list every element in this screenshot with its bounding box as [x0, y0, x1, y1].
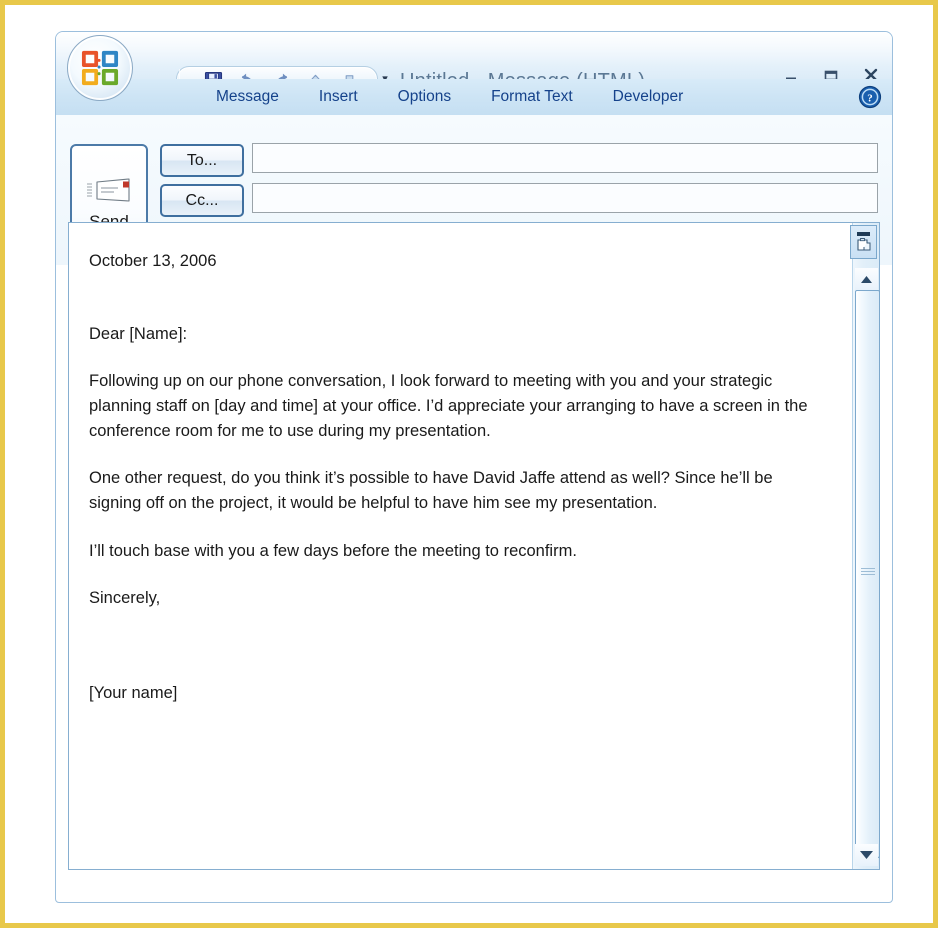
cc-button-label: Cc... [185, 191, 219, 209]
help-icon: ? [858, 85, 882, 109]
body-paragraph-2: One other request, do you think it’s pos… [89, 469, 773, 513]
ribbon-tabs: Message Insert Options Format Text Devel… [196, 79, 703, 115]
to-button[interactable]: To... [160, 144, 244, 177]
cc-input[interactable] [252, 183, 878, 213]
body-paragraph-3: I’ll touch base with you a few days befo… [89, 541, 577, 560]
title-bar: ▾ Untitled - Message (HTML) [56, 32, 892, 101]
arrow-up-icon [861, 275, 872, 283]
to-input[interactable] [252, 143, 878, 173]
paste-options-button[interactable] [850, 225, 877, 259]
scrollbar-thumb[interactable] [855, 290, 880, 858]
tab-format-text-label: Format Text [491, 88, 573, 105]
svg-text:?: ? [867, 93, 873, 105]
body-vertical-scrollbar[interactable] [850, 223, 880, 869]
outer-frame: ▾ Untitled - Message (HTML) [0, 0, 938, 928]
tab-insert-label: Insert [318, 88, 358, 105]
help-button[interactable]: ? [858, 85, 882, 109]
tab-insert[interactable]: Insert [299, 79, 378, 115]
outlook-message-window: ▾ Untitled - Message (HTML) [55, 31, 893, 903]
clipboard-icon [856, 237, 870, 251]
office-logo-icon [81, 50, 119, 86]
scroll-down-button[interactable] [855, 844, 878, 866]
body-signature: [Your name] [89, 683, 178, 702]
envelope-icon [87, 177, 130, 202]
body-closing: Sincerely, [89, 588, 161, 607]
body-date: October 13, 2006 [89, 252, 217, 270]
body-salutation: Dear [Name]: [89, 325, 188, 344]
cc-button[interactable]: Cc... [160, 184, 244, 217]
scroll-up-button[interactable] [855, 268, 878, 290]
scrollbar-grip-icon [860, 566, 875, 576]
arrow-down-icon [860, 851, 873, 859]
tab-format-text[interactable]: Format Text [471, 79, 593, 115]
smarttag-bar-icon [857, 231, 870, 236]
message-body-text[interactable]: October 13, 2006 Dear [Name]: Following … [89, 249, 819, 728]
message-body-area[interactable]: October 13, 2006 Dear [Name]: Following … [68, 222, 880, 870]
tab-message-label: Message [216, 88, 279, 105]
ribbon-tab-bar: Message Insert Options Format Text Devel… [56, 79, 892, 116]
to-button-label: To... [186, 151, 218, 169]
tab-options-label: Options [397, 88, 452, 105]
tab-message[interactable]: Message [196, 79, 299, 115]
body-paragraph-1: Following up on our phone conversation, … [89, 372, 808, 441]
tab-developer-label: Developer [612, 88, 684, 105]
tab-options[interactable]: Options [378, 79, 471, 115]
office-button[interactable] [67, 35, 133, 101]
tab-developer[interactable]: Developer [593, 79, 704, 115]
